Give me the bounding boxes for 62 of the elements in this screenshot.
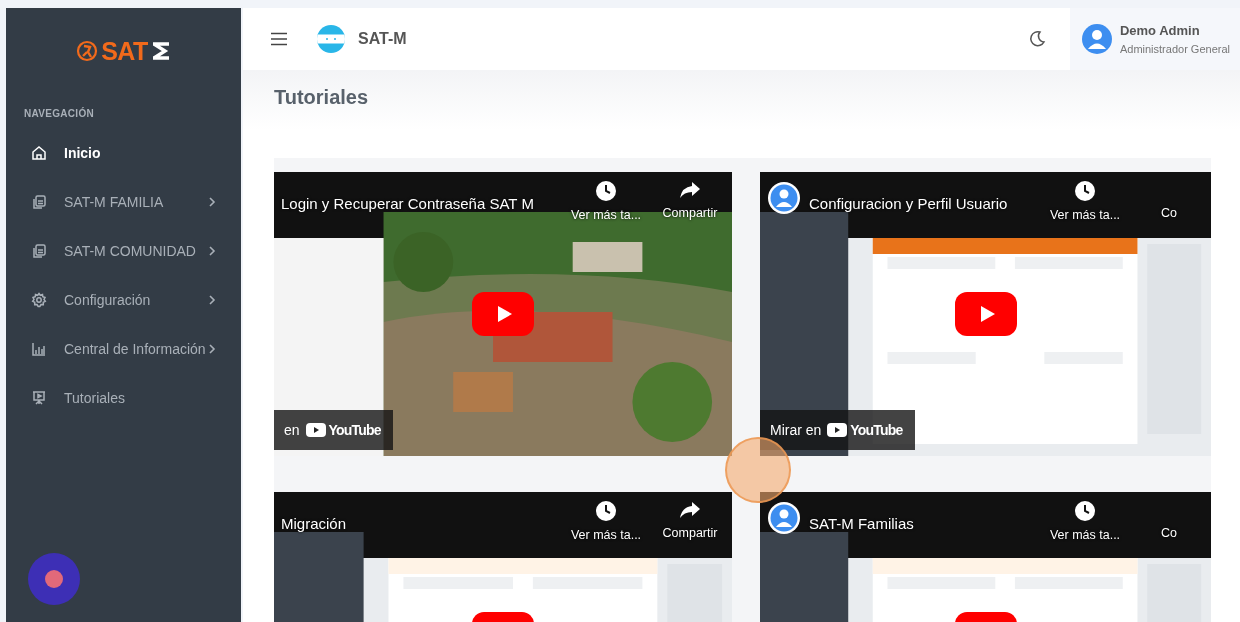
play-icon [979, 305, 996, 323]
video-action[interactable]: Co [1127, 500, 1211, 540]
clock-icon [595, 180, 617, 202]
play-button[interactable] [472, 292, 534, 336]
nav-item[interactable]: SAT-M COMUNIDAD [6, 226, 241, 275]
gear-icon [31, 291, 47, 308]
chevron-right-icon [208, 245, 216, 256]
avatar-icon [1081, 24, 1112, 54]
user-role: Administrador General [1119, 43, 1230, 55]
screen-icon [31, 389, 47, 406]
share-icon [679, 180, 701, 200]
video-player[interactable]: Login y Recuperar Contraseña SAT M Ver más ta... Compartir en YouTube [274, 172, 732, 456]
video-action[interactable]: Compartir [648, 180, 732, 220]
chevron-right-icon [208, 294, 216, 305]
user-menu[interactable]: Demo Admin Administrador General [1069, 8, 1240, 70]
clock-icon [595, 500, 617, 522]
copy-icon [31, 193, 47, 210]
play-icon [497, 305, 513, 323]
video-action[interactable]: Ver más ta... [1043, 500, 1127, 542]
nav-item[interactable]: Central de Información [6, 324, 241, 373]
logo-text: SAT [101, 36, 148, 66]
youtube-logo-icon [305, 423, 326, 437]
home-icon [31, 144, 47, 161]
video-action[interactable]: Compartir [648, 500, 732, 540]
chart-icon [31, 340, 47, 357]
video-player[interactable]: Migración Ver más ta... Compartir [274, 492, 732, 622]
flag-icon [317, 25, 345, 53]
share-icon [679, 500, 701, 520]
video-action[interactable]: Co [1127, 180, 1211, 220]
section-title: NAVEGACIÓN [24, 108, 96, 119]
moon-icon[interactable] [1027, 30, 1046, 48]
video-action[interactable]: Ver más ta... [564, 500, 648, 542]
nav-item[interactable]: SAT-M FAMILIA [6, 177, 241, 226]
youtube-logo-icon [827, 423, 848, 437]
video-title[interactable]: Configuracion y Perfil Usuario [809, 195, 1008, 212]
logo-emblem-icon [76, 40, 99, 62]
play-button[interactable] [954, 292, 1017, 336]
chevron-right-icon [208, 196, 216, 207]
clock-icon [1074, 180, 1096, 202]
video-title[interactable]: Login y Recuperar Contraseña SAT M [281, 195, 534, 212]
menu-icon[interactable] [270, 32, 288, 46]
nav-item[interactable]: Tutoriales [6, 373, 241, 422]
clock-icon [1074, 500, 1096, 522]
floating-button[interactable] [28, 553, 80, 605]
logo-mark-icon [150, 41, 171, 61]
video-player[interactable]: Configuracion y Perfil Usuario Ver más ta... Co Mirar en YouTube [760, 172, 1211, 456]
channel-avatar-icon [767, 501, 801, 535]
brand-name: SAT-M [358, 30, 407, 48]
copy-icon [31, 242, 47, 259]
video-player[interactable]: SAT-M Familias Ver más ta... Co [760, 492, 1211, 622]
video-action[interactable]: Ver más ta... [1043, 180, 1127, 222]
video-action[interactable]: Ver más ta... [564, 180, 648, 222]
watch-on-youtube-link[interactable]: Mirar en YouTube [760, 410, 915, 450]
page-title: Tutoriales [274, 86, 370, 110]
video-title[interactable]: Migración [281, 515, 347, 532]
user-name: Demo Admin [1119, 23, 1201, 38]
chevron-right-icon [208, 343, 216, 354]
watch-on-youtube-link[interactable]: en YouTube [274, 410, 393, 450]
channel-avatar-icon [767, 181, 801, 215]
video-title[interactable]: SAT-M Familias [809, 515, 914, 532]
nav-item[interactable]: Configuración [6, 275, 241, 324]
nav-item[interactable]: Inicio [6, 128, 241, 177]
